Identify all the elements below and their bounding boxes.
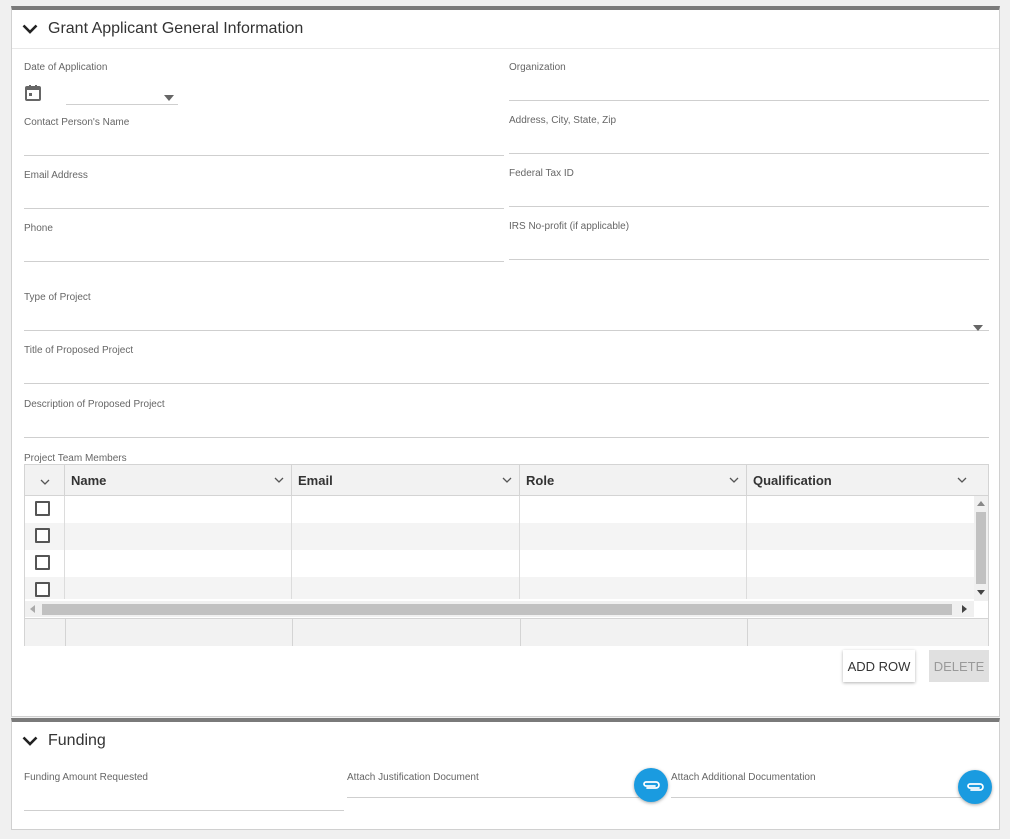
cell[interactable] xyxy=(292,523,520,550)
cell[interactable] xyxy=(747,577,975,599)
cell[interactable] xyxy=(520,496,747,523)
chevron-down-icon[interactable] xyxy=(722,477,746,483)
paperclip-icon xyxy=(643,781,660,789)
team-grid: Name Email Role Qualification xyxy=(24,464,989,646)
scroll-down-icon[interactable] xyxy=(977,590,985,595)
table-row[interactable] xyxy=(25,577,975,599)
contact-label: Contact Person's Name xyxy=(24,117,130,128)
calendar-icon[interactable] xyxy=(24,84,42,107)
column-header-email[interactable]: Email xyxy=(292,465,520,495)
contact-field[interactable] xyxy=(24,155,504,156)
row-checkbox[interactable] xyxy=(35,555,50,570)
scroll-right-icon[interactable] xyxy=(962,605,967,613)
panel-title: Funding xyxy=(48,732,106,749)
description-label: Description of Proposed Project xyxy=(24,399,165,410)
irs-field[interactable] xyxy=(509,259,989,260)
phone-label: Phone xyxy=(24,223,53,234)
dropdown-arrow-icon[interactable] xyxy=(973,318,983,336)
cell[interactable] xyxy=(65,523,292,550)
project-title-field[interactable] xyxy=(24,383,989,384)
paperclip-icon xyxy=(967,783,984,791)
column-header-qualification[interactable]: Qualification xyxy=(747,465,974,495)
justification-label: Attach Justification Document xyxy=(347,772,479,783)
cell[interactable] xyxy=(65,550,292,577)
project-title-label: Title of Proposed Project xyxy=(24,345,134,356)
vertical-scrollbar[interactable] xyxy=(974,496,988,601)
row-checkbox[interactable] xyxy=(35,528,50,543)
add-row-button[interactable]: ADD ROW xyxy=(843,650,915,682)
cell[interactable] xyxy=(292,496,520,523)
project-type-label: Type of Project xyxy=(24,292,91,303)
address-field[interactable] xyxy=(509,153,989,154)
chevron-down-icon[interactable] xyxy=(267,477,291,483)
chevron-down-icon[interactable] xyxy=(495,477,519,483)
table-row[interactable] xyxy=(25,496,975,523)
organization-field[interactable] xyxy=(509,100,989,101)
project-type-select[interactable] xyxy=(24,306,989,331)
phone-field[interactable] xyxy=(24,261,504,262)
funding-amount-field[interactable] xyxy=(24,810,344,811)
general-info-panel: Grant Applicant General Information Date… xyxy=(11,6,1000,717)
cell[interactable] xyxy=(520,550,747,577)
cell[interactable] xyxy=(520,577,747,599)
grid-footer xyxy=(25,618,988,646)
chevron-down-icon[interactable] xyxy=(950,477,974,483)
funding-panel: Funding Funding Amount Requested Attach … xyxy=(11,718,1000,830)
delete-button[interactable]: DELETE xyxy=(929,650,989,682)
general-info-header[interactable]: Grant Applicant General Information xyxy=(12,10,999,49)
horizontal-scroll-thumb[interactable] xyxy=(42,604,952,615)
cell[interactable] xyxy=(65,496,292,523)
row-checkbox[interactable] xyxy=(35,582,50,597)
horizontal-scrollbar[interactable] xyxy=(25,601,974,617)
chevron-down-icon[interactable] xyxy=(12,24,48,34)
table-row[interactable] xyxy=(25,550,975,577)
address-label: Address, City, State, Zip xyxy=(509,115,617,126)
table-row[interactable] xyxy=(25,523,975,550)
chevron-down-icon[interactable] xyxy=(40,473,50,488)
grid-header: Name Email Role Qualification xyxy=(25,465,988,496)
cell[interactable] xyxy=(747,523,975,550)
row-checkbox[interactable] xyxy=(35,501,50,516)
column-header-role[interactable]: Role xyxy=(520,465,747,495)
scroll-left-icon[interactable] xyxy=(30,605,35,613)
cell[interactable] xyxy=(747,550,975,577)
date-input[interactable] xyxy=(66,80,178,105)
attach-additional-button[interactable] xyxy=(958,770,992,804)
email-label: Email Address xyxy=(24,170,88,181)
panel-title: Grant Applicant General Information xyxy=(48,20,304,37)
cell[interactable] xyxy=(520,523,747,550)
column-header-name[interactable]: Name xyxy=(65,465,292,495)
scroll-up-icon[interactable] xyxy=(977,501,985,506)
cell[interactable] xyxy=(292,577,520,599)
vertical-scroll-thumb[interactable] xyxy=(976,512,986,584)
select-all-column[interactable] xyxy=(25,465,65,495)
team-label: Project Team Members xyxy=(24,453,127,464)
funding-amount-label: Funding Amount Requested xyxy=(24,772,148,783)
irs-label: IRS No-profit (if applicable) xyxy=(509,221,630,232)
funding-header[interactable]: Funding xyxy=(12,722,999,760)
cell[interactable] xyxy=(292,550,520,577)
justification-field[interactable] xyxy=(347,797,639,798)
description-field[interactable] xyxy=(24,437,989,438)
tax-id-label: Federal Tax ID xyxy=(509,168,574,179)
cell[interactable] xyxy=(65,577,292,599)
chevron-down-icon[interactable] xyxy=(12,736,48,746)
date-label: Date of Application xyxy=(24,62,108,73)
attach-justification-button[interactable] xyxy=(634,768,668,802)
additional-docs-label: Attach Additional Documentation xyxy=(671,772,816,783)
dropdown-arrow-icon[interactable] xyxy=(164,88,174,106)
organization-label: Organization xyxy=(509,62,566,73)
email-field[interactable] xyxy=(24,208,504,209)
cell[interactable] xyxy=(747,496,975,523)
tax-id-field[interactable] xyxy=(509,206,989,207)
additional-docs-field[interactable] xyxy=(671,797,961,798)
